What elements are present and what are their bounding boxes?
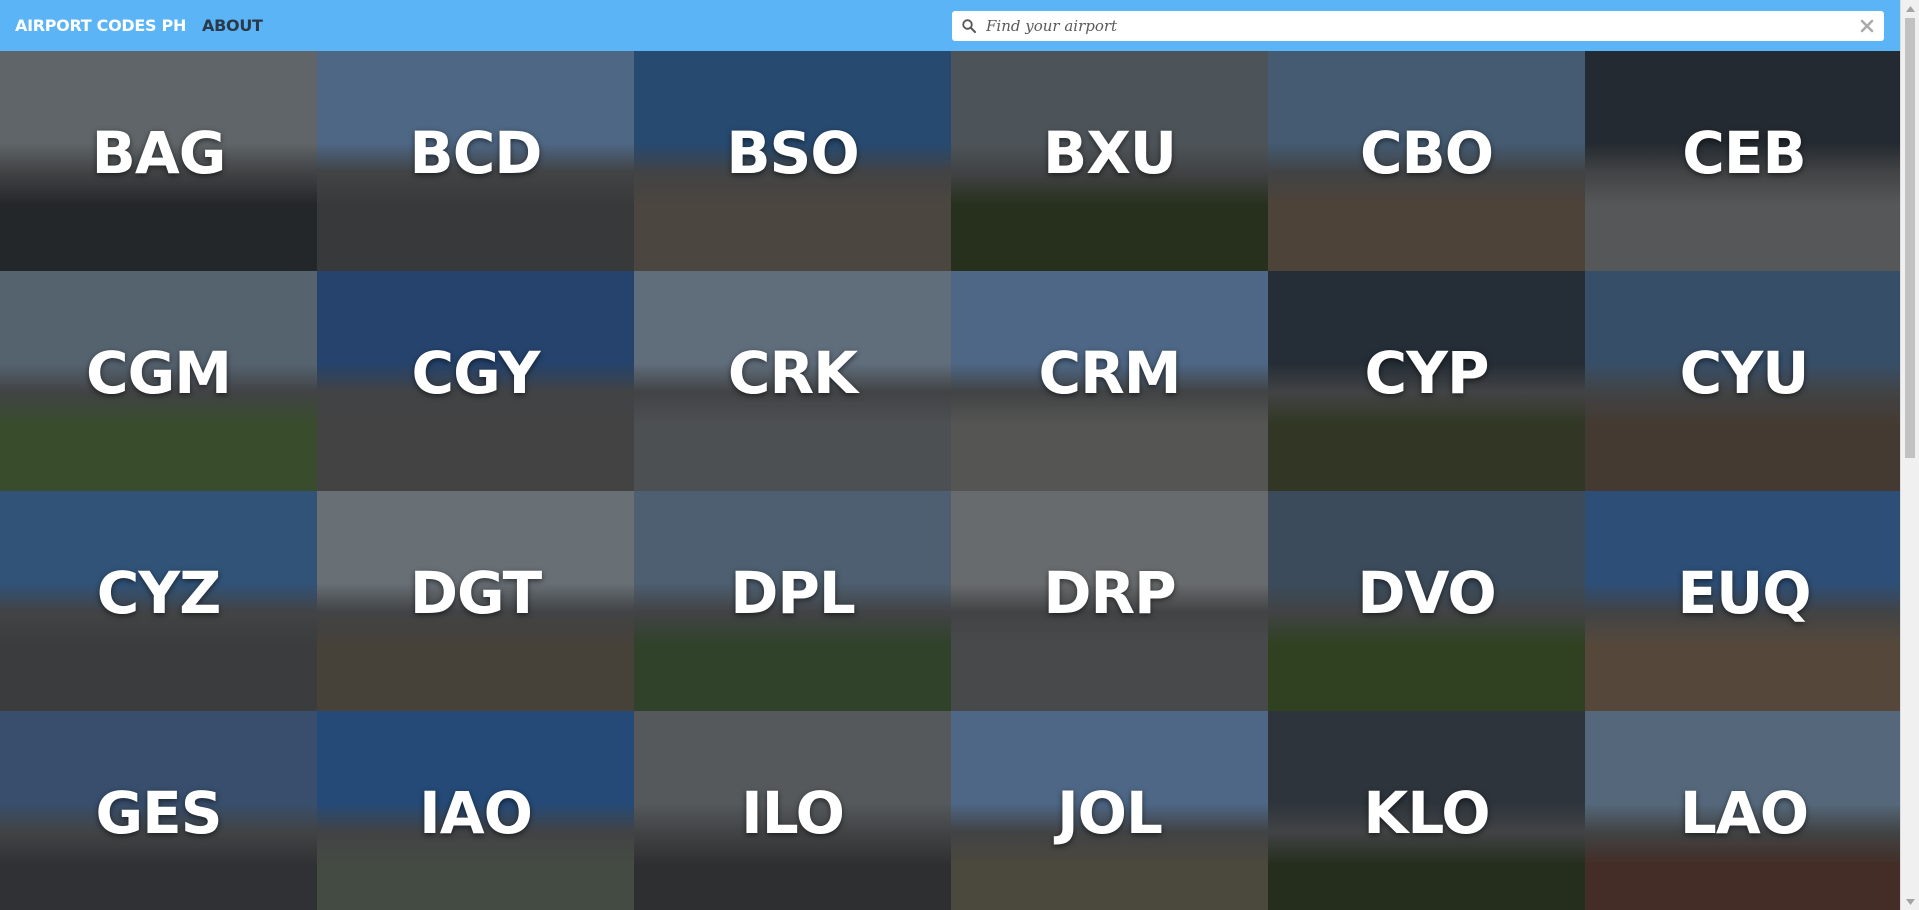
airport-tile[interactable]: ILO xyxy=(634,711,951,910)
airport-tile[interactable]: CRM xyxy=(951,271,1268,491)
airport-code: DPL xyxy=(730,559,856,627)
airport-tile[interactable]: DGT xyxy=(317,491,634,711)
airport-tile[interactable]: JOL xyxy=(951,711,1268,910)
page-scrollbar[interactable] xyxy=(1900,0,1919,910)
airport-tile[interactable]: DRP xyxy=(951,491,1268,711)
airport-code: ILO xyxy=(741,779,845,847)
clear-search-icon[interactable] xyxy=(1859,18,1875,34)
airport-code: CYZ xyxy=(96,559,222,627)
airport-code: CGM xyxy=(86,339,232,407)
airport-code: JOL xyxy=(1057,779,1163,847)
airport-tile[interactable]: EUQ xyxy=(1585,491,1903,711)
search-input[interactable] xyxy=(976,12,1859,40)
airport-tile[interactable]: CBO xyxy=(1268,51,1585,271)
airport-tile[interactable]: CGM xyxy=(0,271,317,491)
airport-tile[interactable]: CEB xyxy=(1585,51,1903,271)
airport-grid: BAG BCD BSO BXU CBO CEB CGM CGY CRK CRM CYP CYU CYZ D… xyxy=(0,51,1903,910)
airport-code: CRM xyxy=(1038,339,1182,407)
airport-code: CYP xyxy=(1364,339,1489,407)
airport-code: CGY xyxy=(411,339,541,407)
scrollbar-thumb[interactable] xyxy=(1905,18,1915,458)
page: AIRPORT CODES PH ABOUT BAG BCD BSO BXU CBO CE… xyxy=(0,0,1919,910)
airport-code: CBO xyxy=(1359,119,1494,187)
scroll-up-arrow-icon[interactable] xyxy=(1901,0,1919,17)
airport-code: DRP xyxy=(1043,559,1176,627)
airport-tile[interactable]: CRK xyxy=(634,271,951,491)
airport-tile[interactable]: CYZ xyxy=(0,491,317,711)
scroll-down-arrow-icon[interactable] xyxy=(1901,893,1919,910)
airport-code: EUQ xyxy=(1677,559,1811,627)
airport-tile[interactable]: BAG xyxy=(0,51,317,271)
airport-code: CEB xyxy=(1682,119,1806,187)
airport-code: CYU xyxy=(1679,339,1810,407)
airport-code: LAO xyxy=(1679,779,1809,847)
airport-tile[interactable]: BSO xyxy=(634,51,951,271)
airport-tile[interactable]: CGY xyxy=(317,271,634,491)
airport-tile[interactable]: GES xyxy=(0,711,317,910)
airport-tile[interactable]: KLO xyxy=(1268,711,1585,910)
airport-tile[interactable]: CYP xyxy=(1268,271,1585,491)
airport-code: BXU xyxy=(1042,119,1177,187)
top-navbar: AIRPORT CODES PH ABOUT xyxy=(0,0,1900,51)
airport-code: CRK xyxy=(727,339,858,407)
airport-code: BSO xyxy=(726,119,859,187)
airport-tile[interactable]: DPL xyxy=(634,491,951,711)
nav-about-link[interactable]: ABOUT xyxy=(202,16,263,35)
airport-code: DGT xyxy=(409,559,542,627)
airport-code: IAO xyxy=(419,779,533,847)
airport-code: GES xyxy=(95,779,223,847)
search-icon xyxy=(962,19,976,33)
airport-tile[interactable]: BXU xyxy=(951,51,1268,271)
brand-link[interactable]: AIRPORT CODES PH xyxy=(15,16,186,35)
airport-code: DVO xyxy=(1357,559,1496,627)
airport-code: BCD xyxy=(409,119,543,187)
airport-code: BAG xyxy=(91,119,227,187)
airport-code: KLO xyxy=(1363,779,1490,847)
airport-tile[interactable]: IAO xyxy=(317,711,634,910)
airport-tile[interactable]: CYU xyxy=(1585,271,1903,491)
airport-tile[interactable]: DVO xyxy=(1268,491,1585,711)
search-box xyxy=(952,11,1884,41)
airport-tile[interactable]: LAO xyxy=(1585,711,1903,910)
airport-tile[interactable]: BCD xyxy=(317,51,634,271)
